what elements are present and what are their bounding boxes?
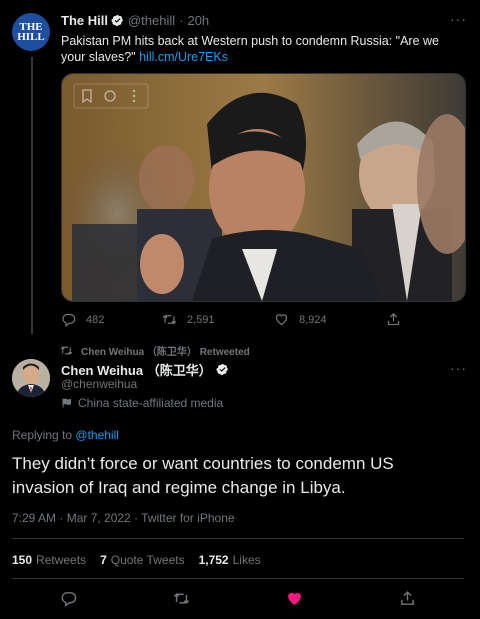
retweet-button[interactable] bbox=[173, 590, 190, 612]
retweet-icon bbox=[162, 314, 177, 325]
reply-count: 482 bbox=[86, 313, 105, 326]
retweets-stat[interactable]: 150 Retweets bbox=[12, 553, 86, 567]
handle[interactable]: @chenweihua bbox=[61, 377, 137, 391]
more-icon[interactable]: ··· bbox=[450, 360, 467, 376]
likes-stat[interactable]: 1,752 Likes bbox=[199, 553, 261, 567]
tweet2-actions bbox=[0, 590, 480, 610]
engagement-stats: 150 Retweets 7 Quote Tweets 1,752 Likes bbox=[12, 553, 261, 567]
verified-badge-icon bbox=[111, 14, 124, 27]
share-action[interactable] bbox=[386, 312, 401, 327]
tweet1-actions: 482 2,591 8,924 bbox=[61, 312, 401, 328]
chen-weihua-avatar[interactable] bbox=[12, 359, 50, 397]
handle[interactable]: @thehill bbox=[128, 13, 175, 28]
avatar-photo bbox=[12, 359, 50, 397]
tweet1-body: Pakistan PM hits back at Western push to… bbox=[61, 33, 461, 65]
retweeted-by-label[interactable]: Chen Weihua （陈卫华） Retweeted bbox=[60, 343, 250, 358]
state-media-label[interactable]: China state-affiliated media bbox=[61, 396, 223, 410]
reply-action[interactable]: 482 bbox=[61, 312, 104, 327]
quote-tweets-stat[interactable]: 7 Quote Tweets bbox=[100, 553, 185, 567]
flag-icon bbox=[62, 398, 71, 408]
tweet1-text: Pakistan PM hits back at Western push to… bbox=[61, 34, 439, 64]
tweet1-link[interactable]: hill.cm/Ure7EKs bbox=[139, 50, 228, 64]
tweet-text: They didn’t force or want countries to c… bbox=[12, 454, 394, 497]
likes-label: Likes bbox=[232, 553, 261, 567]
like-count: 8,924 bbox=[299, 313, 327, 326]
heart-icon bbox=[288, 592, 301, 605]
heart-icon bbox=[275, 314, 288, 326]
affiliation-text: China state-affiliated media bbox=[78, 396, 224, 410]
avatar-logo-text: THE HILL bbox=[17, 21, 45, 43]
retweets-label: Retweets bbox=[36, 553, 87, 567]
separator: · bbox=[179, 13, 184, 28]
quote-tweets-count: 7 bbox=[100, 553, 107, 567]
share-icon bbox=[401, 591, 414, 605]
retweeted-by-text: Chen Weihua （陈卫华） Retweeted bbox=[81, 347, 250, 358]
the-hill-avatar[interactable]: THE HILL bbox=[12, 13, 50, 51]
more-icon[interactable]: ··· bbox=[450, 11, 467, 27]
like-action[interactable]: 8,924 bbox=[274, 312, 327, 327]
retweet-icon bbox=[60, 346, 73, 355]
verified-badge-icon bbox=[216, 363, 228, 376]
quote-tweets-label: Quote Tweets bbox=[110, 553, 185, 567]
divider bbox=[12, 538, 464, 539]
photo-illustration bbox=[62, 74, 465, 301]
account-name[interactable]: The Hill bbox=[61, 13, 108, 28]
retweet-icon bbox=[173, 593, 190, 604]
tweet-meta[interactable]: 7:29 AM · Mar 7, 2022 · Twitter for iPho… bbox=[12, 511, 235, 525]
share-button[interactable] bbox=[399, 590, 416, 612]
divider bbox=[12, 578, 464, 579]
thread-connector-line bbox=[31, 57, 33, 334]
share-icon bbox=[387, 312, 400, 326]
like-button[interactable] bbox=[286, 590, 303, 612]
timestamp[interactable]: 20h bbox=[187, 13, 209, 28]
retweets-count: 150 bbox=[12, 553, 33, 567]
reply-button[interactable] bbox=[60, 590, 77, 612]
tweet1-header: The Hill @thehill · 20h bbox=[61, 13, 209, 28]
replying-prefix: Replying to bbox=[12, 428, 73, 442]
retweet-count: 2,591 bbox=[187, 313, 215, 326]
replying-to-handle[interactable]: @thehill bbox=[75, 428, 119, 442]
reply-icon bbox=[62, 313, 76, 327]
reply-icon bbox=[61, 592, 77, 608]
tweet-photo[interactable] bbox=[61, 73, 466, 302]
retweet-action[interactable]: 2,591 bbox=[162, 312, 215, 327]
replying-to: Replying to @thehill bbox=[12, 428, 119, 442]
likes-count: 1,752 bbox=[198, 553, 229, 567]
